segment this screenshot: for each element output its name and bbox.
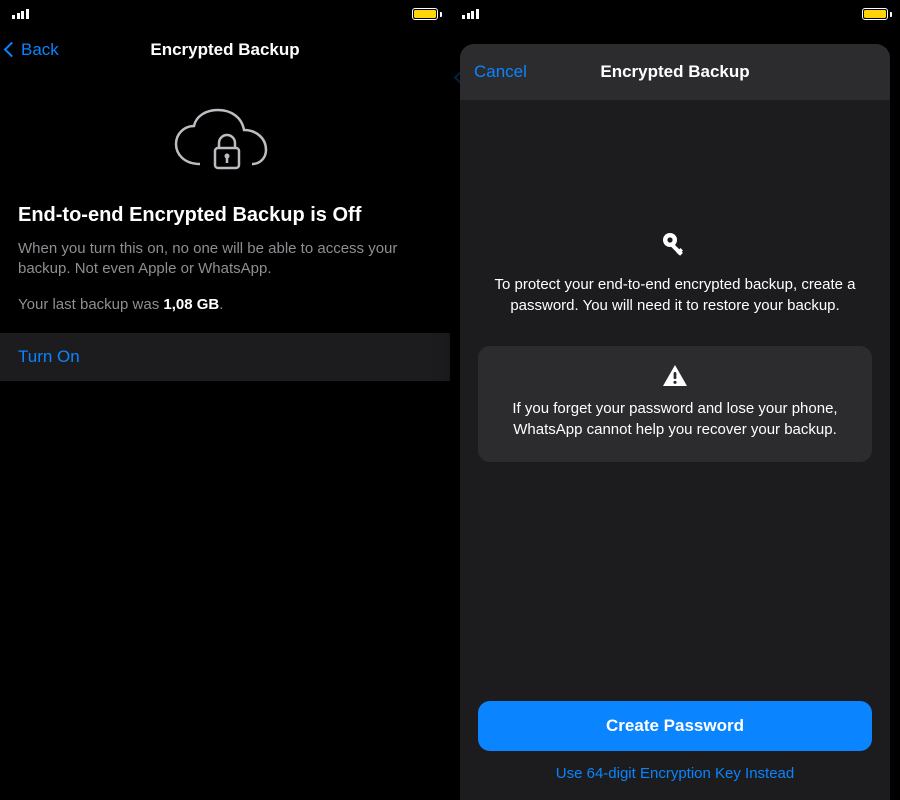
status-bar (450, 0, 900, 28)
last-backup-text: Your last backup was 1,08 GB. (0, 296, 450, 333)
cellular-signal-icon (458, 9, 479, 19)
use-key-link[interactable]: Use 64-digit Encryption Key Instead (478, 751, 872, 782)
battery-icon (412, 8, 442, 20)
cellular-signal-icon (8, 9, 29, 19)
turn-on-button[interactable]: Turn On (0, 333, 450, 381)
cloud-lock-icon (0, 72, 450, 204)
sheet-nav: Cancel Encrypted Backup (460, 44, 890, 100)
cancel-button[interactable]: Cancel (474, 62, 527, 82)
sheet-description: To protect your end-to-end encrypted bac… (478, 274, 872, 346)
battery-icon (862, 8, 892, 20)
description-text: When you turn this on, no one will be ab… (0, 239, 450, 296)
sheet-title: Encrypted Backup (600, 62, 749, 82)
content: End-to-end Encrypted Backup is Off When … (0, 72, 450, 800)
status-bar (0, 0, 450, 28)
create-password-button[interactable]: Create Password (478, 701, 872, 751)
modal-screen: Back Encrypted Backup Cancel Encrypted B… (450, 0, 900, 800)
warning-text: If you forget your password and lose you… (494, 398, 856, 440)
heading: End-to-end Encrypted Backup is Off (0, 204, 450, 239)
warning-icon (494, 364, 856, 398)
nav-bar: Back Encrypted Backup (0, 28, 450, 72)
sheet-footer: Create Password Use 64-digit Encryption … (478, 701, 872, 800)
warning-card: If you forget your password and lose you… (478, 346, 872, 462)
settings-screen: Back Encrypted Backup End-to-end Encrypt… (0, 0, 450, 800)
key-icon (478, 100, 872, 274)
page-title: Encrypted Backup (150, 40, 299, 60)
back-button[interactable]: Back (6, 40, 59, 60)
back-label: Back (21, 40, 59, 60)
chevron-left-icon (4, 41, 20, 57)
modal-sheet: Cancel Encrypted Backup To protect your … (460, 44, 890, 800)
sheet-body: To protect your end-to-end encrypted bac… (460, 100, 890, 800)
